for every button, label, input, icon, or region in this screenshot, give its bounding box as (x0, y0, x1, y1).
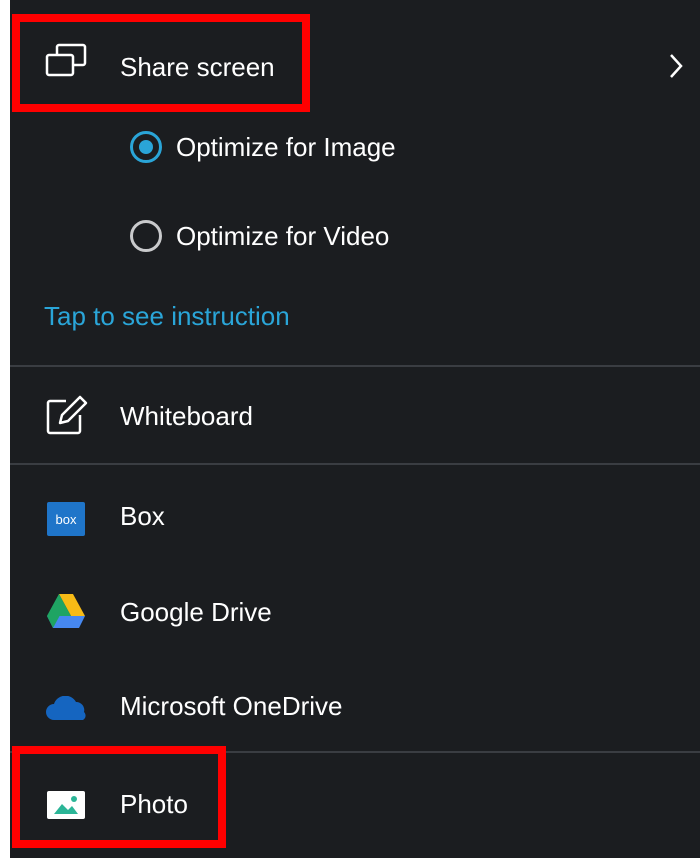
onedrive-label: Microsoft OneDrive (120, 691, 343, 721)
box-item[interactable]: box Box (10, 465, 700, 561)
box-logo-text: box (55, 511, 77, 527)
optimize-image-option[interactable]: Optimize for Image (130, 131, 396, 163)
optimize-video-option[interactable]: Optimize for Video (130, 220, 389, 252)
box-label: Box (120, 501, 165, 531)
google-drive-icon (44, 589, 88, 633)
share-screen-label: Share screen (120, 52, 275, 82)
optimize-video-label: Optimize for Video (176, 220, 390, 251)
radio-unselected-icon[interactable] (130, 220, 162, 252)
google-drive-label: Google Drive (120, 597, 272, 627)
optimize-image-label: Optimize for Image (176, 131, 396, 162)
photo-icon (44, 783, 88, 827)
onedrive-icon (44, 687, 88, 731)
whiteboard-label: Whiteboard (120, 401, 253, 431)
share-screen-item[interactable]: Share screen (10, 0, 700, 110)
onedrive-item[interactable]: Microsoft OneDrive (10, 657, 700, 751)
photo-label: Photo (120, 789, 188, 819)
box-logo-icon: box (44, 497, 88, 541)
instruction-link[interactable]: Tap to see instruction (44, 301, 290, 332)
google-drive-item[interactable]: Google Drive (10, 561, 700, 657)
whiteboard-icon (44, 393, 88, 437)
share-screen-icon (44, 38, 88, 82)
whiteboard-item[interactable]: Whiteboard (10, 367, 700, 463)
radio-selected-icon[interactable] (130, 131, 162, 163)
chevron-right-icon[interactable] (668, 52, 684, 85)
photo-item[interactable]: Photo (10, 753, 700, 853)
share-menu-panel: Share screen Optimize for Image Optimize… (10, 0, 700, 858)
